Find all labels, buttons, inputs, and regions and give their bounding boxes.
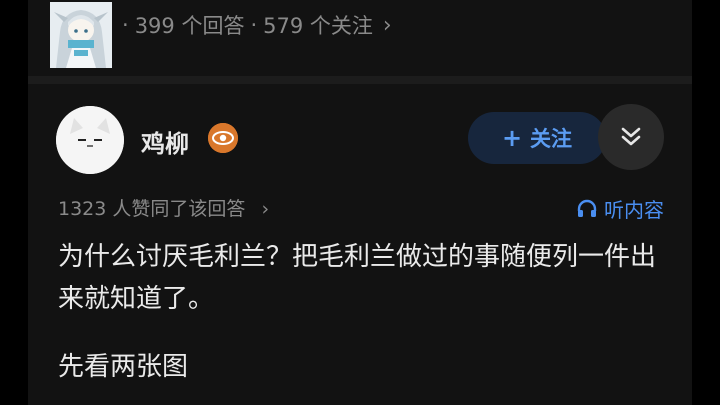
expand-button[interactable] xyxy=(598,104,664,170)
screen: · 399 个回答 · 579 个关注 › 鸡柳 + 关注 1323 人赞同了该… xyxy=(0,0,720,405)
section-divider xyxy=(28,76,692,84)
upvote-summary[interactable]: 1323 人赞同了该回答 › xyxy=(58,194,269,221)
stats-separator: · xyxy=(250,13,258,37)
follow-label: 关注 xyxy=(530,127,573,151)
double-chevron-down-icon xyxy=(621,127,641,146)
answer-content: 为什么讨厌毛利兰？把毛利兰做过的事随便列一件出来就知道了。 先看两张图 xyxy=(58,236,668,388)
anime-character-thumbnail-icon xyxy=(50,2,112,68)
answer-paragraph: 为什么讨厌毛利兰？把毛利兰做过的事随便列一件出来就知道了。 xyxy=(58,242,657,314)
author-row: 鸡柳 + 关注 xyxy=(28,96,692,176)
headphones-icon xyxy=(577,199,597,217)
question-header[interactable]: · 399 个回答 · 579 个关注 › xyxy=(28,0,692,68)
listen-button[interactable]: 听内容 xyxy=(576,194,664,223)
meta-row: 1323 人赞同了该回答 › 听内容 xyxy=(28,190,692,224)
eye-badge-glyph xyxy=(208,123,238,153)
stats-separator: · xyxy=(122,13,129,37)
chevron-right-icon: › xyxy=(261,198,270,220)
answer-paragraph: 先看两张图 xyxy=(58,352,189,382)
author-name[interactable]: 鸡柳 xyxy=(141,124,189,159)
follow-button[interactable]: + 关注 xyxy=(468,112,606,164)
chevron-right-icon: › xyxy=(382,12,392,38)
answer-page: · 399 个回答 · 579 个关注 › 鸡柳 + 关注 1323 人赞同了该… xyxy=(28,0,692,405)
plus-icon: + xyxy=(501,124,523,152)
answer-count: 399 个回答 xyxy=(134,14,245,38)
question-stats[interactable]: · 399 个回答 · 579 个关注 › xyxy=(116,10,392,40)
listen-label: 听内容 xyxy=(604,198,664,222)
avatar[interactable] xyxy=(56,106,124,174)
upvote-count: 1323 人赞同了该回答 xyxy=(58,198,246,220)
cat-avatar-icon xyxy=(56,106,124,174)
follower-count: 579 个关注 xyxy=(263,14,373,38)
question-thumbnail[interactable] xyxy=(50,2,112,68)
eye-badge-icon[interactable] xyxy=(208,123,238,153)
